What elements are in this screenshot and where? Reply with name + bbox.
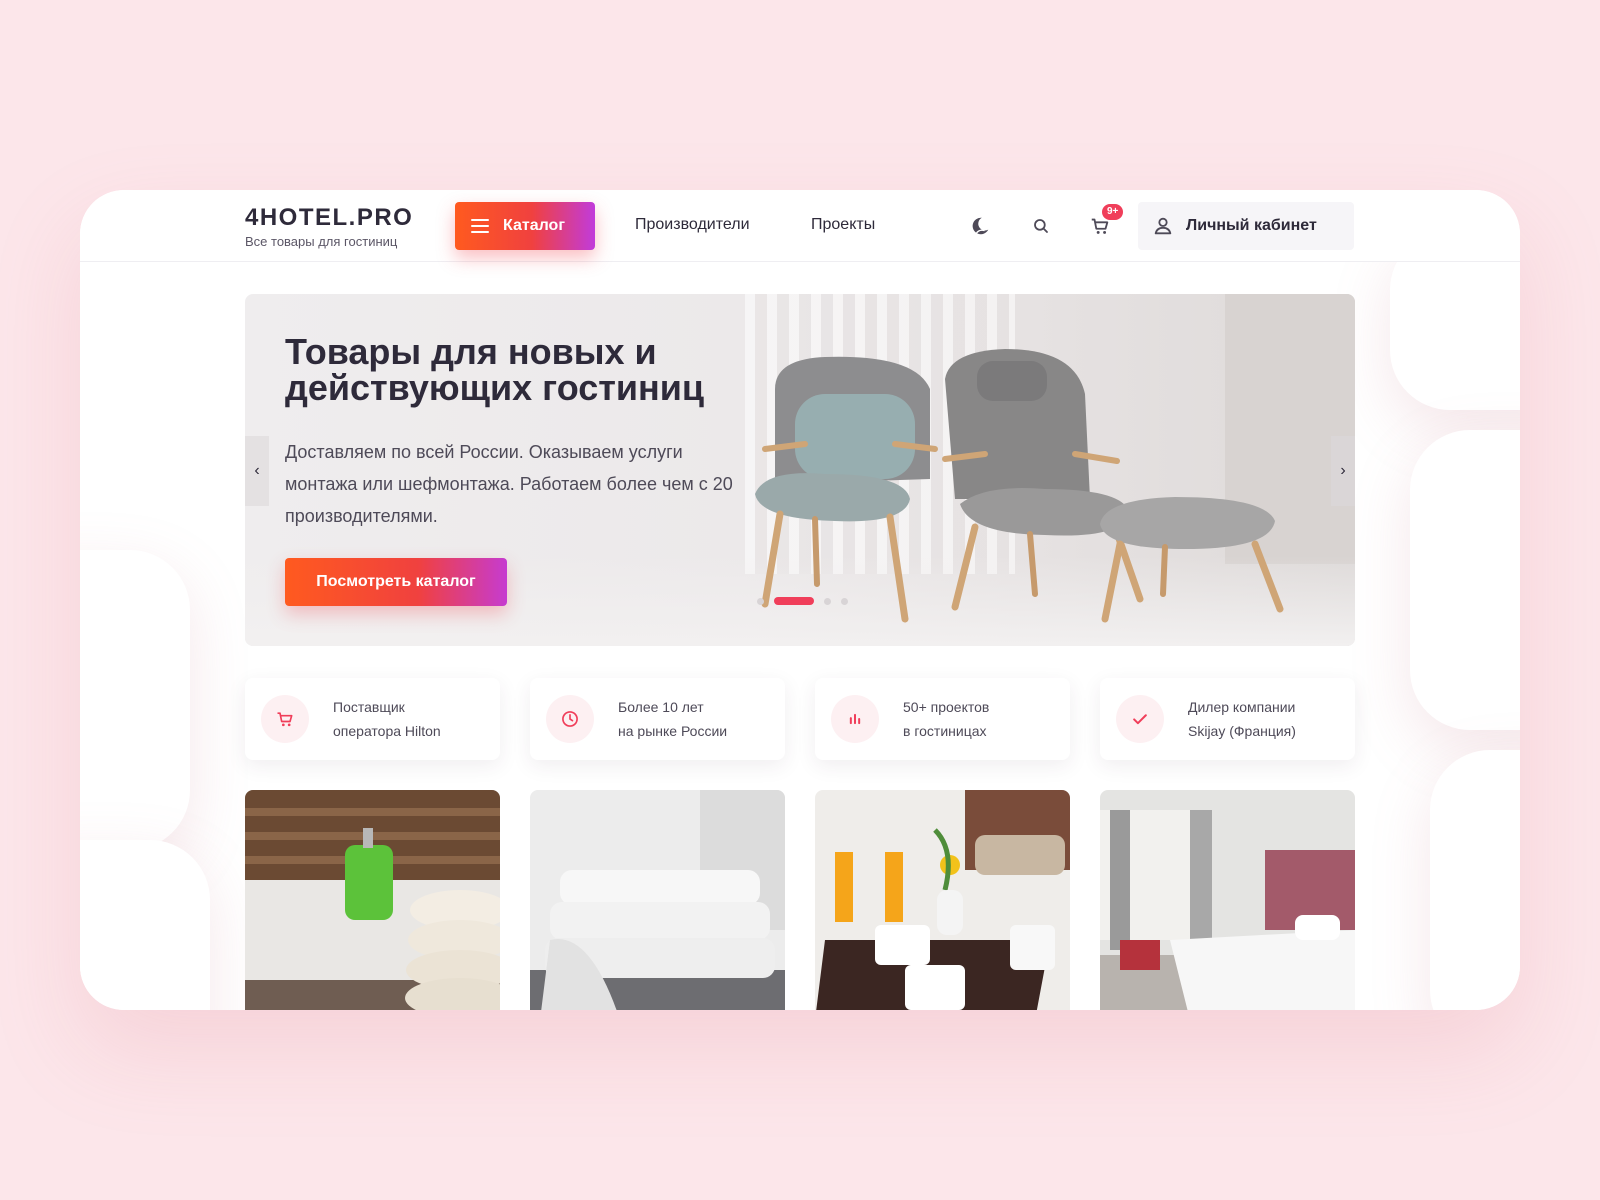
feature-line: Более 10 лет	[618, 699, 704, 715]
feature-line: Дилер компании	[1188, 699, 1296, 715]
user-icon	[1154, 217, 1172, 235]
logo[interactable]: 4HOTEL.PRO Все товары для гостиниц	[245, 204, 413, 249]
photo-hotel-room[interactable]	[1100, 790, 1355, 1010]
hero-chairs-image	[755, 349, 1284, 623]
nav-link-projects[interactable]: Проекты	[811, 216, 875, 234]
feature-line: Поставщик	[333, 699, 405, 715]
chevron-right-icon: ›	[1340, 462, 1346, 479]
page-card: 4HOTEL.PRO Все товары для гостиниц Катал…	[80, 190, 1520, 1010]
decor-shape	[1410, 430, 1520, 730]
logo-title[interactable]: 4HOTEL.PRO	[245, 204, 413, 232]
slider-prev-button[interactable]: ‹	[245, 436, 269, 506]
decor-shape	[80, 550, 190, 850]
search-button[interactable]	[1025, 210, 1057, 242]
slider-dot-4[interactable]	[841, 597, 848, 605]
photo-bathroom-towels[interactable]	[245, 790, 500, 1010]
check-icon	[1116, 695, 1164, 743]
nav-link-manufacturers[interactable]: Производители	[635, 216, 750, 234]
bar-chart-icon	[831, 695, 879, 743]
feature-card: Более 10 лет на рынке России	[530, 678, 785, 760]
clock-icon	[546, 695, 594, 743]
cart-badge: 9+	[1102, 204, 1124, 220]
site-header: 4HOTEL.PRO Все товары для гостиниц Катал…	[80, 190, 1520, 262]
slider-dot-3[interactable]	[824, 597, 831, 605]
hero-title: Товары для новых и действующих гостиниц	[285, 331, 705, 408]
catalog-label: Каталог	[503, 217, 565, 234]
feature-card: Дилер компании Skijay (Франция)	[1100, 678, 1355, 760]
chevron-left-icon: ‹	[254, 462, 260, 479]
moon-icon	[972, 217, 989, 235]
view-catalog-button[interactable]: Посмотреть каталог	[285, 558, 507, 606]
decor-shape	[1430, 750, 1520, 1010]
hero-description: Доставляем по всей России. Оказываем усл…	[285, 442, 733, 526]
features-row: Поставщик оператора Hilton Более 10 лет на…	[245, 678, 1355, 760]
feature-card: 50+ проектов в гостиницах	[815, 678, 1070, 760]
cart-icon	[261, 695, 309, 743]
feature-line: на рынке России	[618, 723, 728, 739]
slider-next-button[interactable]: ›	[1331, 436, 1355, 506]
feature-line: оператора Hilton	[333, 723, 441, 739]
feature-card: Поставщик оператора Hilton	[245, 678, 500, 760]
slider-dot-1[interactable]	[757, 597, 764, 605]
account-button[interactable]: Личный кабинет	[1138, 202, 1354, 250]
photo-grid	[245, 790, 1355, 1010]
feature-line: Skijay (Франция)	[1188, 723, 1296, 739]
search-icon	[1034, 219, 1048, 233]
feature-line: в гостиницах	[903, 723, 987, 739]
menu-icon	[471, 219, 489, 233]
slider-pagination	[757, 597, 848, 605]
logo-subtitle: Все товары для гостиниц	[245, 234, 398, 249]
photo-breakfast-tray[interactable]	[815, 790, 1070, 1010]
feature-line: 50+ проектов	[903, 699, 990, 715]
cart-button[interactable]: 9+	[1084, 204, 1124, 242]
slider-dot-2[interactable]	[774, 597, 814, 605]
hero-slider: Товары для новых и действующих гостиниц …	[245, 294, 1355, 646]
account-label: Личный кабинет	[1186, 217, 1317, 234]
decor-shape	[80, 840, 210, 1010]
catalog-button[interactable]: Каталог	[455, 202, 595, 250]
photo-folded-linens[interactable]	[530, 790, 785, 1010]
theme-toggle-button[interactable]	[964, 210, 996, 242]
